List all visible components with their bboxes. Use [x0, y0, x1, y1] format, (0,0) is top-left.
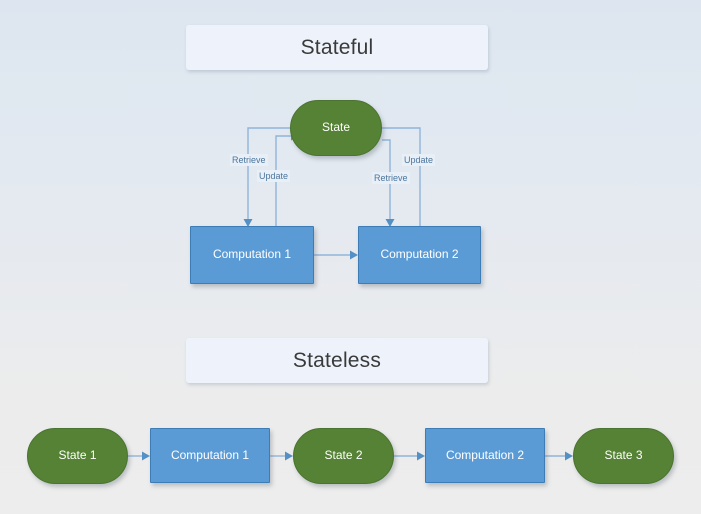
node-stateless-computation-2-label: Computation 2: [445, 447, 525, 462]
node-computation-1[interactable]: Computation 1: [190, 226, 314, 284]
section-title-stateful: Stateful: [300, 35, 374, 59]
edge-label-update-right: Update: [402, 154, 436, 167]
node-computation-2[interactable]: Computation 2: [358, 226, 481, 284]
arrowhead-state1-computation1: [142, 451, 150, 461]
edge-label-update-left: Update: [257, 170, 291, 183]
node-state-3-label: State 3: [604, 448, 643, 463]
arrowhead-computation2-state3: [565, 451, 573, 461]
edge-label-retrieve-left: Retrieve: [230, 154, 268, 167]
node-state-1[interactable]: State 1: [27, 428, 128, 484]
edge-label-retrieve-right: Retrieve: [372, 172, 410, 185]
arrowhead-state2-computation2: [417, 451, 425, 461]
arrowhead-computation1-state2: [285, 451, 293, 461]
node-computation-2-label: Computation 2: [380, 247, 459, 262]
node-computation-1-label: Computation 1: [212, 247, 292, 262]
node-state-2[interactable]: State 2: [293, 428, 394, 484]
node-stateless-computation-1[interactable]: Computation 1: [150, 428, 270, 483]
node-state-1-label: State 1: [58, 448, 97, 463]
diagram-canvas: Stateful State Computation 1 Computation…: [0, 0, 701, 514]
section-header-stateful: Stateful: [186, 25, 488, 70]
node-stateless-computation-1-label: Computation 1: [170, 447, 250, 462]
section-header-stateless: Stateless: [186, 338, 488, 383]
node-state[interactable]: State: [290, 100, 382, 156]
node-state-label: State: [321, 120, 351, 135]
section-title-stateless: Stateless: [292, 348, 382, 372]
node-stateless-computation-2[interactable]: Computation 2: [425, 428, 545, 483]
arrowhead-computation1-computation2: [350, 250, 358, 260]
node-state-2-label: State 2: [324, 448, 363, 463]
node-state-3[interactable]: State 3: [573, 428, 674, 484]
